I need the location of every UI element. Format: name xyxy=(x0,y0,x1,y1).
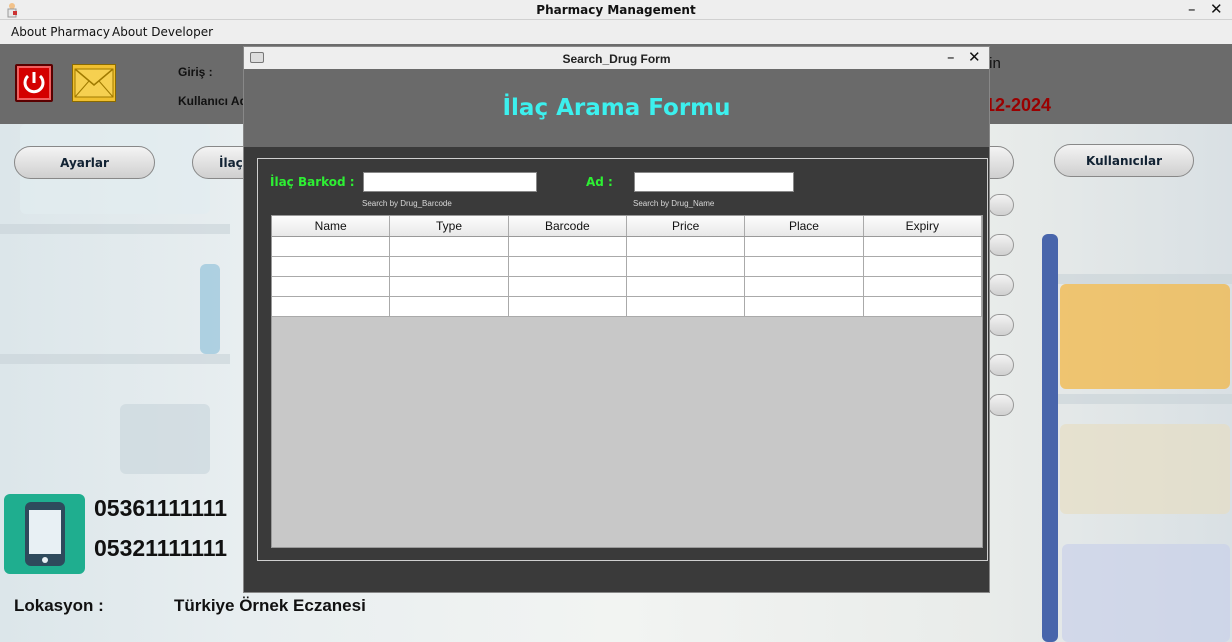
menu-about-pharmacy[interactable]: About Pharmacy xyxy=(11,25,110,39)
login-label: Giriş : xyxy=(178,65,213,79)
date-text: 12-2024 xyxy=(985,95,1052,115)
side-button-2[interactable] xyxy=(988,234,1014,256)
table-row[interactable] xyxy=(272,257,982,277)
phone-number-1: 05361111111 xyxy=(94,495,228,521)
phone-number-2: 05321111111 xyxy=(94,535,228,561)
main-titlebar: Pharmacy Management – ✕ xyxy=(0,0,1232,20)
search-drug-dialog: Search_Drug Form – ✕ İlaç Arama Formu İl… xyxy=(243,46,990,593)
location-label: Lokasyon : xyxy=(14,596,104,615)
table-row[interactable] xyxy=(272,297,982,317)
side-button-3[interactable] xyxy=(988,274,1014,296)
name-input[interactable] xyxy=(634,172,794,192)
search-panel: İlaç Barkod : Search by Drug_Barcode Ad … xyxy=(257,158,988,561)
side-button-6[interactable] xyxy=(988,394,1014,416)
menu-about-developer[interactable]: About Developer xyxy=(112,25,213,39)
column-header-type[interactable]: Type xyxy=(390,216,509,236)
dialog-header: İlaç Arama Formu xyxy=(244,69,989,147)
side-button-5[interactable] xyxy=(988,354,1014,376)
dialog-heading: İlaç Arama Formu xyxy=(502,95,731,121)
settings-button[interactable]: Ayarlar xyxy=(14,146,155,179)
minimize-button[interactable]: – xyxy=(1188,0,1196,18)
phone-icon xyxy=(4,494,85,574)
envelope-icon xyxy=(74,68,114,98)
side-button-4[interactable] xyxy=(988,314,1014,336)
column-header-expiry[interactable]: Expiry xyxy=(864,216,982,236)
menubar: About Pharmacy About Developer xyxy=(0,20,1232,44)
barcode-label: İlaç Barkod : xyxy=(270,175,355,189)
barcode-hint: Search by Drug_Barcode xyxy=(362,199,452,208)
drug-table[interactable]: Name Type Barcode Price Place Expiry xyxy=(271,215,983,548)
name-hint: Search by Drug_Name xyxy=(633,199,715,208)
user-label: Kullanıcı Ad xyxy=(178,94,247,108)
table-header: Name Type Barcode Price Place Expiry xyxy=(272,216,982,237)
power-button[interactable] xyxy=(15,64,53,102)
barcode-input[interactable] xyxy=(363,172,537,192)
side-button-1[interactable] xyxy=(988,194,1014,216)
column-header-place[interactable]: Place xyxy=(745,216,864,236)
location-value: Türkiye Örnek Eczanesi xyxy=(174,596,366,615)
column-header-name[interactable]: Name xyxy=(272,216,391,236)
table-row[interactable] xyxy=(272,277,982,297)
dialog-title: Search_Drug Form xyxy=(562,52,671,66)
power-icon xyxy=(23,72,45,94)
name-label: Ad : xyxy=(586,175,613,189)
users-button[interactable]: Kullanıcılar xyxy=(1054,144,1194,177)
column-header-price[interactable]: Price xyxy=(627,216,746,236)
table-row[interactable] xyxy=(272,237,982,257)
close-button[interactable]: ✕ xyxy=(1210,0,1223,18)
dialog-titlebar: Search_Drug Form – ✕ xyxy=(244,47,989,69)
dialog-minimize-button[interactable]: – xyxy=(947,48,955,66)
mail-button[interactable] xyxy=(72,64,116,102)
app-title: Pharmacy Management xyxy=(536,3,696,17)
dialog-close-button[interactable]: ✕ xyxy=(968,48,981,66)
column-header-barcode[interactable]: Barcode xyxy=(509,216,627,236)
